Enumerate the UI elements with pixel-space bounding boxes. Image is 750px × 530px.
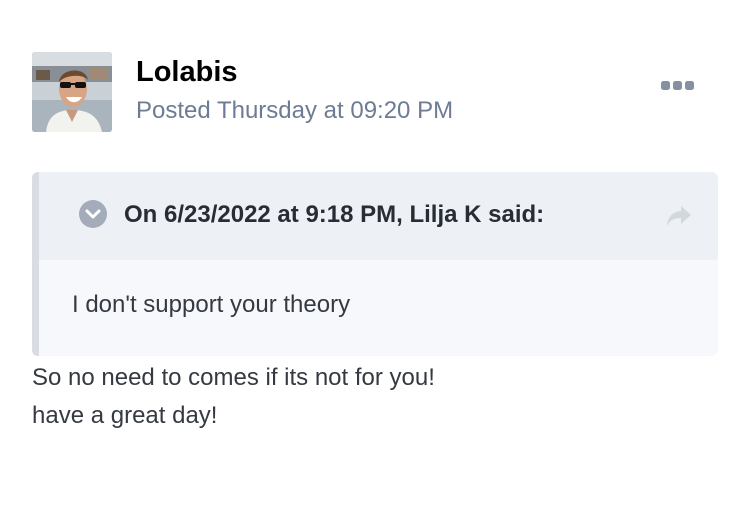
post-body-line: have a great day!: [32, 402, 218, 429]
more-options-button[interactable]: [660, 78, 696, 94]
quote-block: On 6/23/2022 at 9:18 PM, Lilja K said: I…: [32, 172, 718, 356]
share-arrow-icon: [667, 206, 691, 226]
avatar-photo-icon: [32, 52, 112, 132]
quote-toggle-button[interactable]: [79, 200, 107, 228]
quote-header: On 6/23/2022 at 9:18 PM, Lilja K said:: [39, 172, 718, 260]
quote-citation: On 6/23/2022 at 9:18 PM, Lilja K said:: [124, 201, 545, 228]
chevron-down-circle-icon: [79, 200, 107, 228]
quote-accent-bar: [32, 172, 39, 356]
forum-post: Lolabis Posted Thursday at 09:20 PM On 6…: [0, 0, 750, 530]
post-date[interactable]: Posted Thursday at 09:20 PM: [136, 96, 453, 126]
post-body-line: So no need to comes if its not for you!: [32, 364, 435, 391]
quote-text: I don't support your theory: [72, 291, 351, 318]
more-options-icon: [661, 81, 694, 90]
author-name[interactable]: Lolabis: [136, 55, 238, 89]
quote-share-button[interactable]: [665, 204, 693, 228]
author-avatar[interactable]: [32, 52, 112, 132]
